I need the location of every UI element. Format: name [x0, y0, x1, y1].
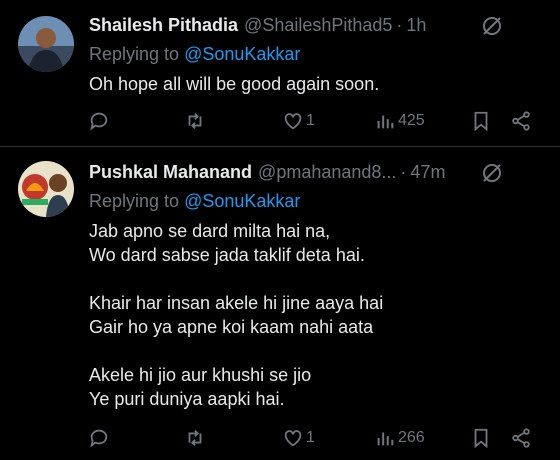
author-handle[interactable]: @ShaileshPithad5: [244, 15, 392, 36]
replying-to: Replying to @SonuKakkar: [89, 42, 544, 66]
separator-dot: ·: [400, 161, 407, 182]
reply-icon: [90, 112, 108, 131]
grok-icon[interactable]: [480, 14, 504, 38]
views-count: 266: [398, 429, 425, 446]
mention-link[interactable]: @SonuKakkar: [184, 44, 300, 64]
tweet-text: Jab apno se dard milta hai na, Wo dard s…: [89, 219, 544, 411]
tweet-1[interactable]: Shailesh Pithadia @ShaileshPithad5 · 1h …: [0, 0, 560, 146]
like-icon: [284, 113, 302, 130]
timestamp[interactable]: 47m: [410, 162, 445, 183]
action-bar: 1 425: [88, 106, 544, 136]
timestamp[interactable]: 1h: [406, 15, 426, 36]
share-icon: [512, 111, 530, 131]
separator-dot: ·: [396, 14, 403, 35]
reply-button[interactable]: [88, 110, 110, 132]
grok-icon[interactable]: [480, 161, 504, 185]
like-count: 1: [306, 429, 315, 446]
like-count: 1: [306, 112, 315, 129]
replying-prefix: Replying to: [89, 191, 180, 211]
like-button[interactable]: 1: [282, 427, 315, 449]
author-handle[interactable]: @pmahanand8...: [258, 162, 396, 183]
avatar[interactable]: [18, 161, 74, 217]
tweet-line: Jab apno se dard milta hai na,: [89, 221, 331, 241]
avatar[interactable]: [18, 16, 74, 72]
retweet-button[interactable]: [184, 427, 206, 449]
retweet-icon: [188, 430, 202, 446]
tweet-line: Akele hi jio aur khushi se jio: [89, 365, 312, 385]
views-icon: [377, 115, 394, 129]
reply-icon: [90, 429, 108, 448]
author-name[interactable]: Shailesh Pithadia: [89, 15, 238, 36]
tweet-2[interactable]: Pushkal Mahanand @pmahanand8... · 47m Re…: [0, 147, 560, 460]
views-button[interactable]: 425: [374, 110, 425, 132]
tweet-line: Gair ho ya apne koi kaam nahi aata: [89, 317, 374, 337]
tweet-line: Ye puri duniya aapki hai.: [89, 389, 285, 409]
mention-link[interactable]: @SonuKakkar: [184, 191, 300, 211]
replying-prefix: Replying to: [89, 44, 180, 64]
replying-to: Replying to @SonuKakkar: [89, 189, 544, 213]
reply-button[interactable]: [88, 427, 110, 449]
share-button[interactable]: [510, 427, 532, 449]
retweet-button[interactable]: [184, 110, 206, 132]
like-icon: [284, 430, 302, 447]
tweet-line: Oh hope all will be good again soon.: [89, 74, 380, 94]
views-count: 425: [398, 112, 425, 129]
author-name[interactable]: Pushkal Mahanand: [89, 162, 252, 183]
bookmark-button[interactable]: [470, 110, 492, 132]
bookmark-button[interactable]: [470, 427, 492, 449]
share-icon: [512, 428, 530, 448]
bookmark-icon: [474, 428, 488, 449]
retweet-icon: [188, 113, 202, 129]
line-break: [89, 267, 544, 291]
views-icon: [377, 432, 394, 446]
views-button[interactable]: 266: [374, 427, 425, 449]
bookmark-icon: [474, 111, 488, 132]
share-button[interactable]: [510, 110, 532, 132]
like-button[interactable]: 1: [282, 110, 315, 132]
tweet-line: Khair har insan akele hi jine aaya hai: [89, 293, 384, 313]
line-break: [89, 339, 544, 363]
tweet-text: Oh hope all will be good again soon.: [89, 72, 544, 96]
action-bar: 1 266: [88, 423, 544, 453]
tweet-line: Wo dard sabse jada taklif deta hai.: [89, 245, 365, 265]
